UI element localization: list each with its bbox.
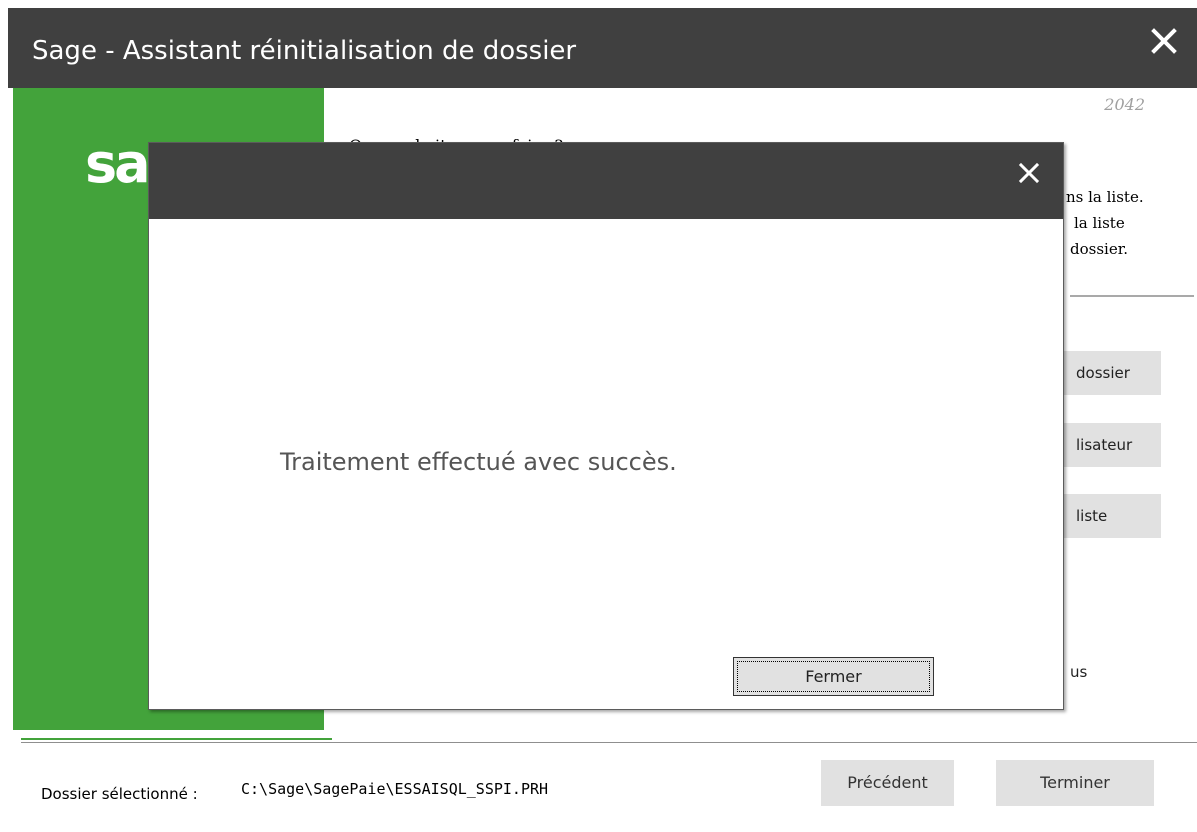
divider [1070, 295, 1194, 297]
option-button-label: lisateur [1076, 436, 1133, 454]
window-title: Sage - Assistant réinitialisation de dos… [32, 36, 577, 66]
success-message: Traitement effectué avec succès. [280, 448, 677, 476]
selected-folder-path: C:\Sage\SagePaie\ESSAISQL_SSPI.PRH [241, 780, 549, 798]
close-icon[interactable] [1017, 161, 1041, 185]
dialog-title-bar [149, 143, 1063, 219]
selected-folder-label: Dossier sélectionné : [41, 785, 198, 803]
close-dialog-button[interactable]: Fermer [733, 657, 934, 696]
option-button-label: dossier [1076, 364, 1130, 382]
close-icon[interactable] [1149, 26, 1179, 56]
finish-button[interactable]: Terminer [996, 760, 1154, 806]
description-fragment: dossier. [1070, 240, 1128, 258]
title-bar: Sage - Assistant réinitialisation de dos… [8, 8, 1197, 88]
option-button-label: liste [1076, 507, 1108, 525]
footer-divider [21, 742, 1197, 743]
description-fragment: la liste [1074, 214, 1125, 232]
partial-option-text: us [1070, 663, 1088, 681]
description-fragment: ns la liste. [1066, 188, 1144, 206]
version-number: 2042 [1104, 95, 1145, 114]
green-divider [21, 738, 332, 740]
previous-button[interactable]: Précédent [821, 760, 954, 806]
success-dialog: Traitement effectué avec succès. Fermer [148, 142, 1064, 710]
